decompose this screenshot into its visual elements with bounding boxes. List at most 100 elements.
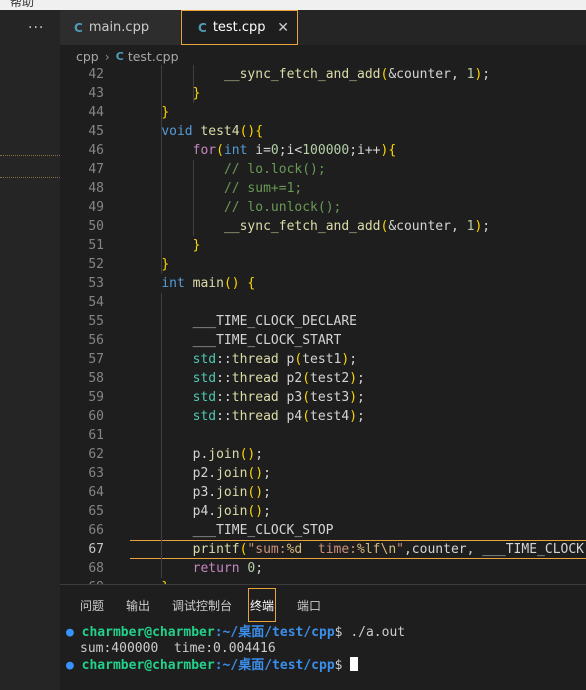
code-line[interactable]: 62 p.join(); [60, 445, 586, 464]
terminal-path-desktop: 桌面 [238, 658, 265, 673]
code-line[interactable]: 64 p3.join(); [60, 483, 586, 502]
code-editor[interactable]: 42 __sync_fetch_and_add(&counter, 1); 43} 4… [60, 64, 586, 584]
c-plus-plus-icon: C [115, 49, 124, 63]
line-number: 51 [88, 238, 104, 253]
bottom-panel: 问题 输出 调试控制台 终端 端口 ● charmber@charmber:~/… [60, 584, 586, 690]
menu-help[interactable]: 帮助 [10, 0, 34, 10]
code-line[interactable]: 57 std::thread p(test1); [60, 350, 586, 369]
tab-main-cpp[interactable]: C main.cpp [60, 10, 180, 45]
code-line[interactable]: 59 std::thread p3(test3); [60, 388, 586, 407]
line-number: 61 [88, 428, 104, 443]
tab-test-cpp[interactable]: C test.cpp ✕ [181, 10, 298, 45]
tab-label: test.cpp [212, 20, 266, 35]
code-line[interactable]: 68 return 0; [60, 559, 586, 578]
code-line[interactable]: 51} [60, 236, 586, 255]
line-number: 60 [88, 409, 104, 424]
prompt-symbol: $ [334, 658, 343, 673]
code-text: std::thread p3(test3); [192, 390, 365, 405]
terminal-user: charmber@charmber [81, 658, 215, 673]
code-text: // lo.unlock(); [223, 200, 342, 215]
line-number: 67 [88, 542, 104, 557]
code-text: void test4(){ [161, 124, 264, 139]
line-number: 50 [88, 219, 104, 234]
code-line[interactable]: 42 __sync_fetch_and_add(&counter, 1); [60, 65, 586, 84]
line-number: 56 [88, 333, 104, 348]
terminal-output: sum:400000 time:0.004416 [80, 641, 276, 656]
code-line[interactable]: 56 ___TIME_CLOCK_START [60, 331, 586, 350]
tab-output[interactable]: 输出 [126, 597, 150, 614]
terminal-path: /test/cpp [264, 658, 335, 673]
terminal-command-line: ● charmber@charmber:~/桌面/test/cpp$ ./a.o… [66, 625, 405, 641]
tab-label: main.cpp [88, 20, 150, 35]
panel-tab-bar: 问题 输出 调试控制台 终端 端口 [60, 585, 586, 623]
line-number: 53 [88, 276, 104, 291]
code-text: std::thread p4(test4); [192, 409, 365, 424]
code-line[interactable]: 52} [60, 255, 586, 274]
terminal-user: charmber@charmber [81, 625, 215, 640]
code-text: } [161, 257, 170, 272]
tab-problems[interactable]: 问题 [80, 597, 104, 614]
line-number: 46 [88, 143, 104, 158]
breadcrumb-file[interactable]: test.cpp [128, 49, 179, 64]
terminal-command: ./a.out [342, 625, 406, 640]
terminal-path-prefix: :~/ [214, 625, 239, 640]
line-number: 54 [88, 295, 104, 310]
tab-ports[interactable]: 端口 [297, 597, 321, 614]
line-number: 57 [88, 352, 104, 367]
line-number: 63 [88, 466, 104, 481]
indent-guide [193, 160, 194, 236]
indent-guide [193, 65, 194, 103]
code-line[interactable]: 49 // lo.unlock(); [60, 198, 586, 217]
line-number: 66 [88, 523, 104, 538]
line-number: 48 [88, 181, 104, 196]
code-text: } [192, 238, 201, 253]
code-text: int main() { [161, 276, 256, 291]
line-number: 59 [88, 390, 104, 405]
code-text: std::thread p2(test2); [192, 371, 365, 386]
line-number: 45 [88, 124, 104, 139]
code-text: // lo.lock(); [223, 162, 326, 177]
c-plus-plus-icon: C [74, 20, 83, 35]
code-line[interactable]: 43} [60, 84, 586, 103]
close-icon[interactable]: ✕ [277, 20, 289, 36]
code-text: p3.join(); [192, 485, 271, 500]
chevron-right-icon: › [104, 48, 110, 64]
code-line[interactable]: 45 void test4(){ [60, 122, 586, 141]
code-line[interactable]: 47 // lo.lock(); [60, 160, 586, 179]
code-line[interactable]: 58 std::thread p2(test2); [60, 369, 586, 388]
code-line[interactable]: 53 int main() { [60, 274, 586, 293]
tab-terminal[interactable]: 终端 [250, 597, 274, 614]
terminal-path-prefix: :~/ [214, 658, 239, 673]
code-line[interactable]: 54 [60, 293, 586, 312]
tab-debug-console[interactable]: 调试控制台 [172, 597, 232, 614]
terminal-prompt-line: ● charmber@charmber:~/桌面/test/cpp$ [66, 657, 359, 674]
code-text: ___TIME_CLOCK_STOP [192, 523, 334, 538]
c-plus-plus-icon: C [198, 20, 207, 35]
code-line[interactable]: 66 ___TIME_CLOCK_STOP [60, 521, 586, 540]
code-line[interactable]: 60 std::thread p4(test4); [60, 407, 586, 426]
code-text: std::thread p(test1); [192, 352, 358, 367]
line-number: 68 [88, 561, 104, 576]
line-number: 55 [88, 314, 104, 329]
code-line[interactable]: 50 __sync_fetch_and_add(&counter, 1); [60, 217, 586, 236]
code-line[interactable]: 65 p4.join(); [60, 502, 586, 521]
line-number: 52 [88, 257, 104, 272]
code-line[interactable]: 44} [60, 103, 586, 122]
breadcrumb-folder[interactable]: cpp [76, 49, 99, 64]
line-number: 64 [88, 485, 104, 500]
code-line[interactable]: 63 p2.join(); [60, 464, 586, 483]
code-line[interactable]: 61 [60, 426, 586, 445]
line-number: 65 [88, 504, 104, 519]
code-text: p.join(); [192, 447, 264, 462]
code-line[interactable]: 46 for(int i=0;i<100000;i++){ [60, 141, 586, 160]
code-text: __sync_fetch_and_add(&counter, 1); [223, 219, 491, 234]
code-line[interactable]: 55 ___TIME_CLOCK_DECLARE [60, 312, 586, 331]
more-actions-icon[interactable]: ··· [28, 20, 44, 36]
command-status-dot-icon[interactable]: ● [66, 625, 74, 640]
line-number: 62 [88, 447, 104, 462]
code-text: } [161, 105, 170, 120]
command-status-dot-icon[interactable]: ● [66, 658, 74, 673]
terminal-cursor [350, 657, 359, 671]
code-text: ___TIME_CLOCK_DECLARE [192, 314, 357, 329]
code-line[interactable]: 48 // sum+=1; [60, 179, 586, 198]
